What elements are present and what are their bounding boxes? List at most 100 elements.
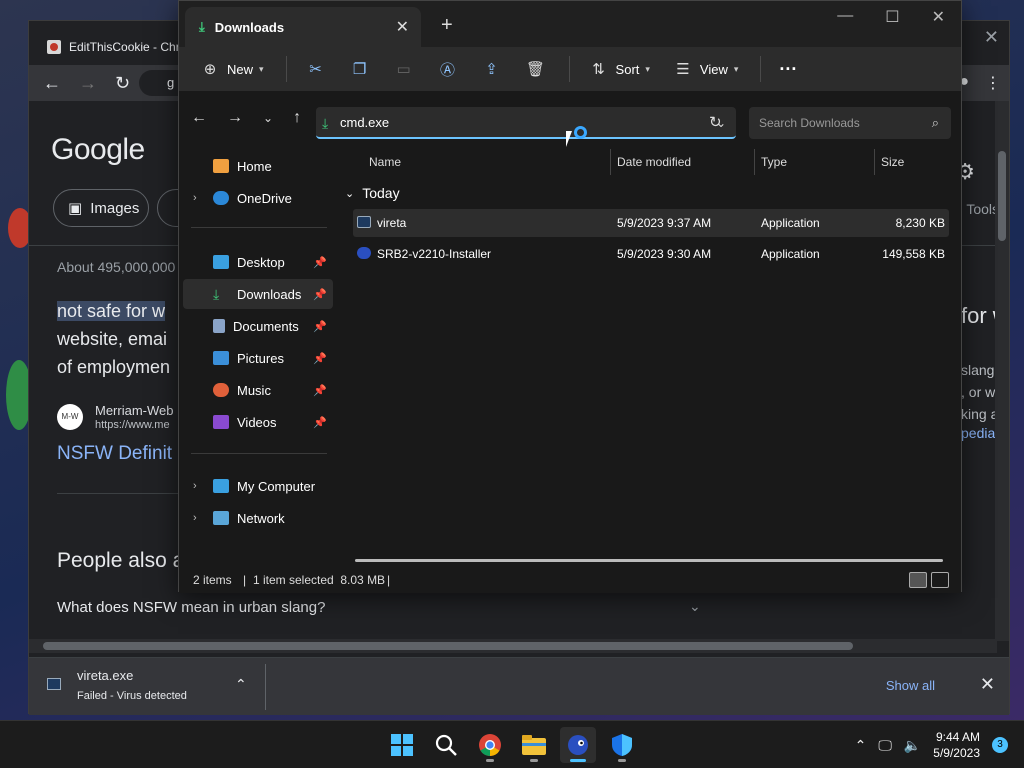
result-source[interactable]: M-W Merriam-Web https://www.me (57, 403, 174, 431)
column-divider[interactable] (874, 149, 875, 175)
people-also-ask-heading: People also a (57, 549, 185, 572)
pin-icon[interactable]: 📌 (313, 416, 327, 429)
omnibox-text: g (167, 75, 175, 90)
status-bar: 2 items | 1 item selected 8.03 MB | (179, 567, 961, 593)
table-row[interactable]: SRB2-v2210-Installer 5/9/2023 9:30 AM Ap… (353, 240, 949, 268)
column-header-name[interactable]: Name (369, 145, 401, 179)
refresh-icon[interactable]: ↻ (709, 113, 722, 131)
details-view-icon[interactable] (909, 572, 927, 588)
google-logo[interactable]: Google (51, 133, 145, 167)
new-button[interactable]: ⊕ New ▾ (199, 60, 264, 78)
search-input[interactable]: Search Downloads ⌕ (749, 107, 951, 139)
back-icon[interactable]: ← (43, 73, 61, 94)
clock[interactable]: 9:44 AM 5/9/2023 (933, 729, 980, 761)
horizontal-scrollbar[interactable] (355, 559, 943, 562)
chevron-right-icon[interactable]: › (193, 192, 197, 204)
download-item[interactable]: vireta.exe Failed - Virus detected ⌃ (47, 668, 267, 708)
column-divider[interactable] (754, 149, 755, 175)
vertical-scrollbar[interactable] (995, 101, 1009, 641)
minimize-icon[interactable]: — (837, 7, 853, 27)
recent-locations-icon[interactable]: ⌄ (263, 111, 273, 127)
address-text[interactable]: cmd.exe (340, 115, 389, 130)
forward-icon[interactable]: → (227, 109, 243, 127)
question-item[interactable]: What does NSFW mean in urban slang? (57, 599, 325, 616)
nav-item-documents[interactable]: Documents 📌 (183, 311, 333, 341)
nav-item-network[interactable]: › Network (183, 503, 333, 533)
images-chip[interactable]: ▣ Images (53, 189, 149, 227)
pin-icon[interactable]: 📌 (313, 352, 327, 365)
table-row[interactable]: vireta 5/9/2023 9:37 AM Application 8,23… (353, 209, 949, 237)
cut-button[interactable]: ✂ (305, 60, 327, 78)
nav-item-downloads[interactable]: ⤓ Downloads 📌 (183, 279, 333, 309)
group-header-today[interactable]: ⌄ Today (345, 185, 400, 201)
column-header-type[interactable]: Type (761, 145, 787, 179)
pin-icon[interactable]: 📌 (313, 320, 327, 333)
delete-button[interactable]: 🗑 (525, 60, 547, 78)
address-bar[interactable]: ⤓ cmd.exe ⌄ (316, 107, 736, 139)
volume-icon[interactable]: 🔈 (904, 737, 921, 754)
up-icon[interactable]: ↑ (293, 109, 301, 127)
result-link[interactable]: NSFW Definit (57, 443, 172, 465)
copy-icon: ❐ (352, 61, 367, 78)
column-header-date[interactable]: Date modified (617, 145, 691, 179)
nav-item-desktop[interactable]: Desktop 📌 (183, 247, 333, 277)
share-button[interactable]: ⇪ (481, 60, 503, 78)
pin-icon[interactable]: 📌 (313, 384, 327, 397)
menu-icon[interactable]: ⋮ (985, 73, 1001, 93)
defender-taskbar-app[interactable] (604, 727, 640, 763)
taskbar: ⌃ 🖵 🔈 9:44 AM 5/9/2023 3 (0, 720, 1024, 768)
nav-item-onedrive[interactable]: › OneDrive (183, 183, 333, 213)
chrome-taskbar-app[interactable] (472, 727, 508, 763)
nav-item-home[interactable]: Home (183, 151, 333, 181)
back-icon[interactable]: ← (191, 109, 207, 127)
maximize-icon[interactable]: ☐ (885, 7, 899, 27)
wikipedia-link[interactable]: pedia (961, 425, 995, 441)
nav-item-my-computer[interactable]: › My Computer (183, 471, 333, 501)
explorer-tab-downloads[interactable]: ⤓ Downloads ✕ (185, 7, 421, 47)
chevron-right-icon[interactable]: › (193, 512, 197, 524)
column-header-size[interactable]: Size (881, 145, 904, 179)
scroll-thumb[interactable] (43, 642, 853, 650)
close-icon[interactable]: ✕ (980, 674, 995, 695)
srb2-taskbar-app[interactable] (560, 727, 596, 763)
clipboard-icon: ▭ (396, 61, 411, 78)
chevron-down-icon[interactable]: ⌄ (689, 598, 701, 615)
sort-button[interactable]: ⇅ Sort ▾ (588, 60, 650, 78)
network-icon[interactable]: 🖵 (878, 737, 892, 754)
download-icon: ⤓ (199, 19, 205, 34)
view-button[interactable]: ☰ View ▾ (672, 60, 738, 78)
chevron-right-icon[interactable]: › (193, 480, 197, 492)
start-button[interactable] (384, 727, 420, 763)
nav-item-pictures[interactable]: Pictures 📌 (183, 343, 333, 373)
show-all-button[interactable]: Show all (886, 678, 935, 693)
copy-button[interactable]: ❐ (349, 60, 371, 78)
rename-button[interactable]: Ⓐ (437, 59, 459, 80)
selection-info: 1 item selected 8.03 MB (253, 573, 386, 587)
search-button[interactable] (428, 727, 464, 763)
column-divider[interactable] (610, 149, 611, 175)
notification-badge[interactable]: 3 (992, 737, 1008, 753)
nav-item-music[interactable]: Music 📌 (183, 375, 333, 405)
more-options-button[interactable]: ··· (779, 59, 797, 80)
close-tab-icon[interactable]: ✕ (396, 17, 409, 37)
chrome-right-icons: ● ⋮ (959, 73, 1001, 93)
nav-item-videos[interactable]: Videos 📌 (183, 407, 333, 437)
chevron-up-icon[interactable]: ⌃ (855, 737, 867, 754)
chrome-tab[interactable]: EditThisCookie - Chr (37, 29, 197, 65)
scroll-thumb[interactable] (998, 151, 1006, 241)
mouse-cursor-icon (566, 131, 578, 147)
tiles-view-icon[interactable] (931, 572, 949, 588)
paste-button[interactable]: ▭ (393, 60, 415, 78)
pin-icon[interactable]: 📌 (313, 256, 327, 269)
reload-icon[interactable]: ↻ (115, 73, 130, 94)
chevron-up-icon[interactable]: ⌃ (235, 676, 247, 693)
chrome-close-icon[interactable]: ✕ (984, 27, 999, 48)
window-controls: — ☐ ✕ (837, 7, 945, 27)
forward-icon[interactable]: → (79, 73, 97, 94)
new-tab-icon[interactable]: + (441, 14, 453, 37)
pin-icon[interactable]: 📌 (313, 288, 327, 301)
file-explorer-taskbar-app[interactable] (516, 727, 552, 763)
horizontal-scrollbar[interactable] (29, 639, 997, 653)
file-explorer-window[interactable]: ⤓ Downloads ✕ + — ☐ ✕ ⊕ New ▾ ✂ ❐ ▭ Ⓐ ⇪ … (178, 0, 962, 593)
close-icon[interactable]: ✕ (932, 7, 945, 27)
